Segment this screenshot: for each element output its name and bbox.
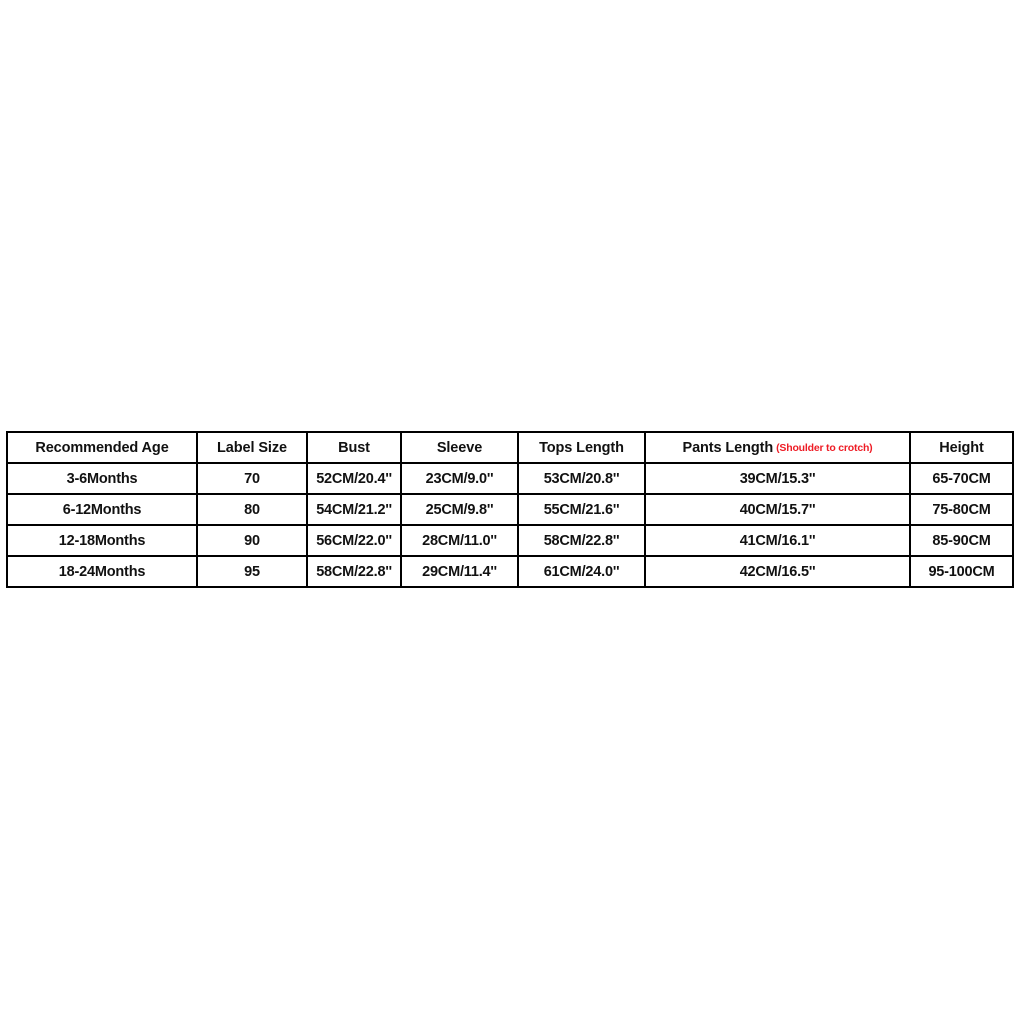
size-chart-table: Recommended Age Label Size Bust Sleeve T… [6, 431, 1014, 588]
cell-sleeve: 29CM/11.4'' [400, 555, 519, 588]
cell-bust: 58CM/22.8'' [306, 555, 402, 588]
column-header-bust: Bust [306, 431, 402, 464]
column-header-recommended-age: Recommended Age [6, 431, 198, 464]
cell-bust: 54CM/21.2'' [306, 493, 402, 526]
column-header-sleeve: Sleeve [400, 431, 519, 464]
cell-label-size: 95 [196, 555, 308, 588]
cell-tops-length: 55CM/21.6'' [517, 493, 646, 526]
cell-label-size: 80 [196, 493, 308, 526]
cell-height: 65-70CM [909, 462, 1014, 495]
cell-recommended-age: 18-24Months [6, 555, 198, 588]
table-header: Recommended Age Label Size Bust Sleeve T… [6, 431, 1014, 464]
cell-label-size: 70 [196, 462, 308, 495]
table-body: 3-6Months 70 52CM/20.4'' 23CM/9.0'' 53CM… [6, 462, 1014, 588]
cell-sleeve: 23CM/9.0'' [400, 462, 519, 495]
cell-tops-length: 61CM/24.0'' [517, 555, 646, 588]
column-header-tops-length: Tops Length [517, 431, 646, 464]
cell-pants-length: 42CM/16.5'' [644, 555, 911, 588]
cell-sleeve: 28CM/11.0'' [400, 524, 519, 557]
pants-length-header-group: Pants Length (Shoulder to crotch) [683, 440, 873, 456]
table-row: 18-24Months 95 58CM/22.8'' 29CM/11.4'' 6… [6, 555, 1014, 588]
cell-recommended-age: 12-18Months [6, 524, 198, 557]
cell-bust: 56CM/22.0'' [306, 524, 402, 557]
pants-length-header-note: (Shoulder to crotch) [776, 442, 873, 454]
column-header-height: Height [909, 431, 1014, 464]
cell-height: 95-100CM [909, 555, 1014, 588]
header-row: Recommended Age Label Size Bust Sleeve T… [6, 431, 1014, 464]
cell-sleeve: 25CM/9.8'' [400, 493, 519, 526]
table-row: 6-12Months 80 54CM/21.2'' 25CM/9.8'' 55C… [6, 493, 1014, 526]
pants-length-header-label: Pants Length [682, 439, 774, 456]
cell-tops-length: 58CM/22.8'' [517, 524, 646, 557]
cell-height: 85-90CM [909, 524, 1014, 557]
column-header-pants-length: Pants Length (Shoulder to crotch) [644, 431, 911, 464]
cell-bust: 52CM/20.4'' [306, 462, 402, 495]
cell-pants-length: 41CM/16.1'' [644, 524, 911, 557]
cell-pants-length: 39CM/15.3'' [644, 462, 911, 495]
cell-tops-length: 53CM/20.8'' [517, 462, 646, 495]
table-row: 3-6Months 70 52CM/20.4'' 23CM/9.0'' 53CM… [6, 462, 1014, 495]
cell-recommended-age: 6-12Months [6, 493, 198, 526]
column-header-label-size: Label Size [196, 431, 308, 464]
cell-pants-length: 40CM/15.7'' [644, 493, 911, 526]
cell-height: 75-80CM [909, 493, 1014, 526]
table-row: 12-18Months 90 56CM/22.0'' 28CM/11.0'' 5… [6, 524, 1014, 557]
cell-recommended-age: 3-6Months [6, 462, 198, 495]
cell-label-size: 90 [196, 524, 308, 557]
